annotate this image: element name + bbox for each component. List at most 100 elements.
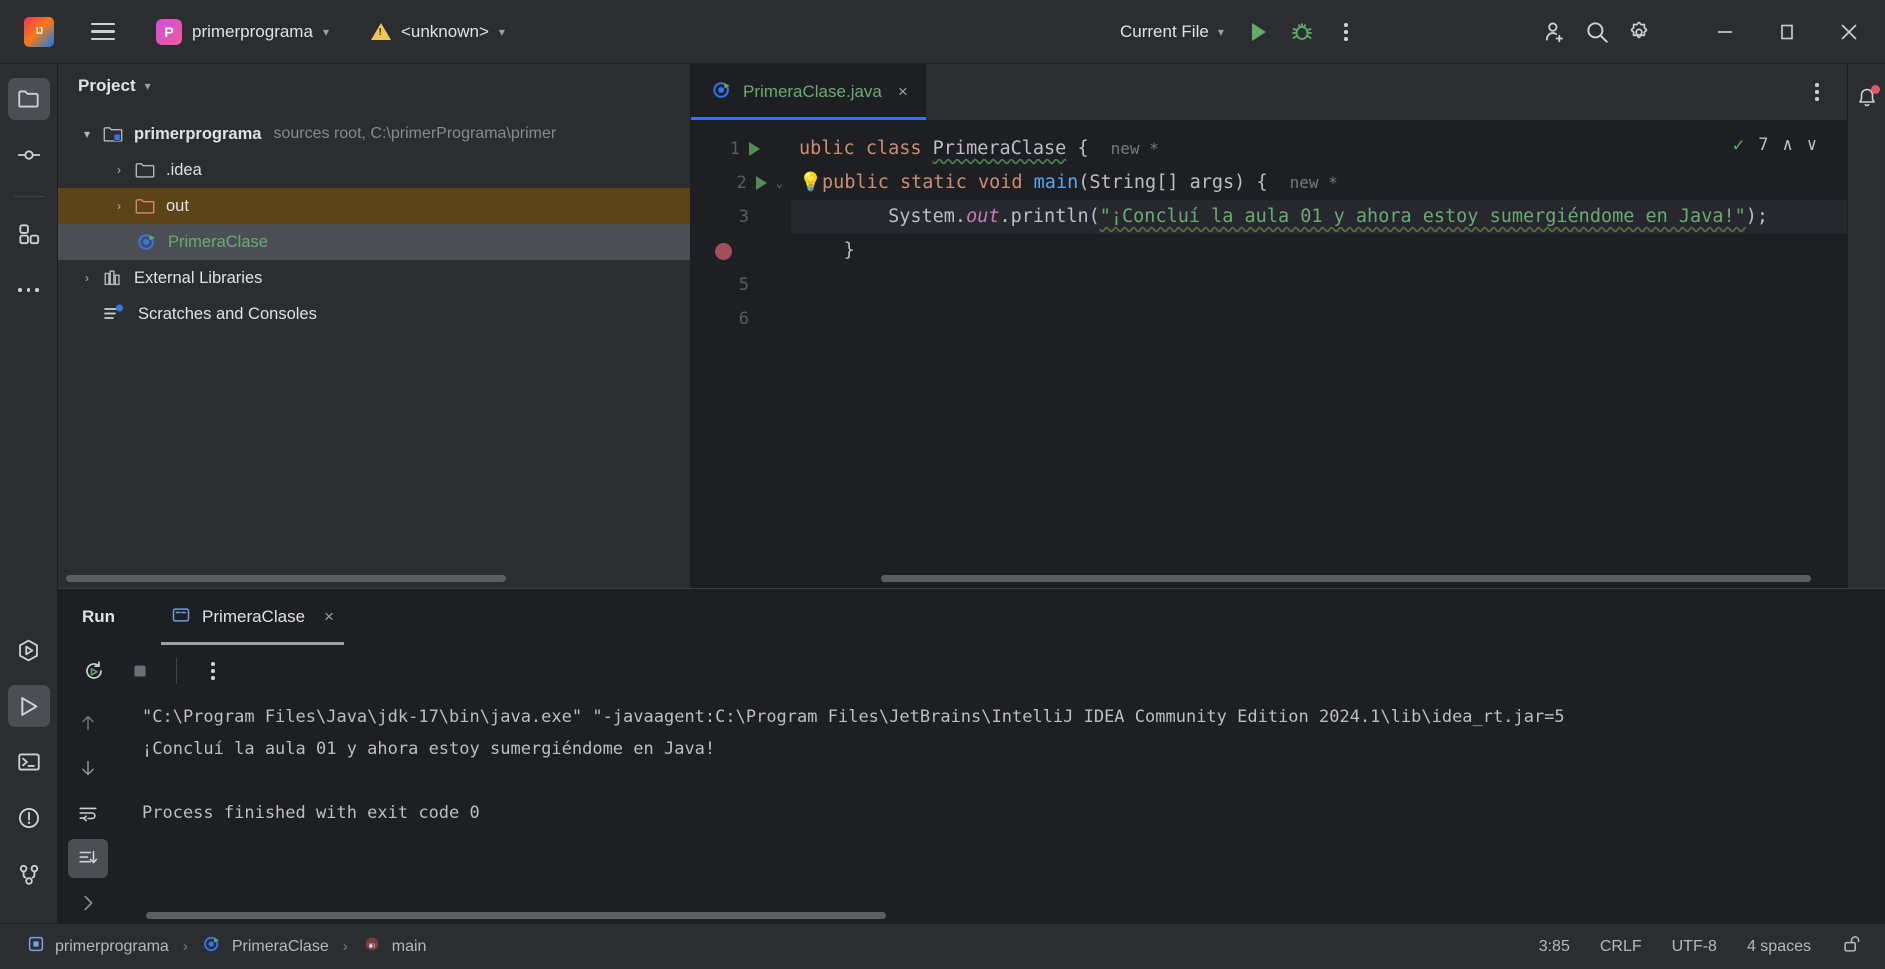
sidebar-item-problems[interactable] <box>8 797 50 839</box>
sidebar-item-project[interactable] <box>7 78 50 120</box>
previous-problem-icon[interactable]: ∧ <box>1783 135 1793 155</box>
code-punct: { <box>1066 138 1089 159</box>
console-horizontal-scrollbar[interactable] <box>146 912 886 919</box>
project-tree[interactable]: ▾ primerprograma sources root, C:\primer… <box>58 108 690 588</box>
editor-tab-primeraclase-java[interactable]: PrimeraClase.java × <box>691 64 926 120</box>
code-call: .println( <box>999 206 1100 227</box>
intellij-logo-icon[interactable]: IJ <box>24 16 54 47</box>
previous-occurrence-button[interactable] <box>68 703 108 742</box>
current-file-selector[interactable]: Current File ▾ <box>1110 16 1234 48</box>
inspection-widget[interactable]: ✓ 7 ∧ ∨ <box>1726 130 1823 160</box>
settings-button[interactable] <box>1619 12 1659 52</box>
fold-chevron-icon[interactable]: ⌄ <box>776 176 783 190</box>
sidebar-item-run[interactable] <box>7 685 50 727</box>
breadcrumb-separator: › <box>342 938 348 955</box>
code-field: out <box>966 206 1000 227</box>
title-bar-center: Current File ▾ <box>1110 0 1366 64</box>
gutter-line-number: 2 <box>736 173 747 193</box>
upper-workspace: Project ▾ ▾ primerprograma sources root,… <box>58 64 1885 588</box>
close-run-tab-button[interactable]: × <box>324 607 334 627</box>
editor-tab-bar-right <box>1797 72 1847 112</box>
editor-options-button[interactable] <box>1797 72 1837 112</box>
next-problem-icon[interactable]: ∨ <box>1807 135 1817 155</box>
sidebar-item-terminal[interactable] <box>8 741 50 783</box>
chevron-right-icon[interactable]: › <box>104 199 134 213</box>
run-gutter-icon[interactable] <box>755 176 767 190</box>
code-line-2: 💡public static void main(String[] args) … <box>791 166 1847 200</box>
breadcrumb-method[interactable]: m main <box>357 931 432 962</box>
chevron-down-icon[interactable]: ▾ <box>72 127 102 141</box>
run-configuration-label: <unknown> <box>400 21 489 41</box>
scroll-to-end-button[interactable] <box>68 838 108 878</box>
main-menu-button[interactable] <box>86 15 120 49</box>
console-output[interactable]: "C:\Program Files\Java\jdk-17\bin\java.e… <box>118 697 1885 923</box>
minimize-button[interactable] <box>1695 0 1755 64</box>
notifications-button[interactable] <box>1847 78 1885 118</box>
add-account-button[interactable] <box>1535 12 1575 52</box>
gutter-line-3: 3 <box>691 200 791 234</box>
project-panel-header[interactable]: Project ▾ <box>58 64 690 108</box>
breakpoint-icon[interactable] <box>715 242 732 260</box>
code-keyword: public static void <box>822 172 1034 193</box>
breadcrumb-module[interactable]: primerprograma <box>22 932 174 961</box>
sidebar-item-run-anything[interactable] <box>8 629 50 671</box>
debug-icon <box>1291 23 1312 40</box>
code-editor[interactable]: ublic class PrimeraClase {new * 💡public … <box>791 120 1847 588</box>
chevron-down-icon: ▾ <box>1217 25 1224 39</box>
code-keyword: ublic class <box>799 138 933 159</box>
left-rail-bottom <box>7 629 50 923</box>
rerun-button[interactable] <box>74 651 114 691</box>
search-everywhere-button[interactable] <box>1577 12 1617 52</box>
intention-bulb-icon[interactable]: 💡 <box>799 172 822 193</box>
close-tab-button[interactable]: × <box>898 82 908 102</box>
tree-node-idea[interactable]: › .idea <box>58 152 690 188</box>
editor-gutter[interactable]: 1 2 ⌄ 3 5 6 <box>691 120 791 588</box>
run-icon <box>1252 23 1267 41</box>
expand-console-button[interactable] <box>68 884 108 923</box>
editor-horizontal-scrollbar[interactable] <box>881 575 1811 582</box>
caret-position[interactable]: 3:85 <box>1539 938 1570 956</box>
project-widget[interactable]: P primerprograma ▾ <box>146 14 339 50</box>
indent-widget[interactable]: 4 spaces <box>1747 938 1811 956</box>
project-tree-horizontal-scrollbar[interactable] <box>66 575 506 582</box>
run-configuration-widget[interactable]: <unknown> ▾ <box>361 17 515 47</box>
console-line: ¡Concluí la aula 01 y ahora estoy sumerg… <box>142 739 716 759</box>
tree-node-primeraclase[interactable]: PrimeraClase <box>58 224 690 260</box>
chevron-right-icon[interactable]: › <box>72 271 102 285</box>
breadcrumb-label: PrimeraClase <box>231 937 329 955</box>
read-only-toggle[interactable] <box>1841 933 1863 960</box>
tree-node-primerprograma[interactable]: ▾ primerprograma sources root, C:\primer… <box>58 116 690 152</box>
more-actions-button[interactable] <box>1326 12 1366 52</box>
close-window-button[interactable] <box>1819 0 1879 64</box>
commit-tool-icon <box>17 150 40 160</box>
stop-button[interactable] <box>120 651 160 691</box>
code-line-4: } <box>791 234 1847 268</box>
title-bar: IJ P primerprograma ▾ <unknown> ▾ Curren… <box>0 0 1885 64</box>
sidebar-item-plugins[interactable] <box>8 213 50 255</box>
next-occurrence-button[interactable] <box>68 748 108 787</box>
debug-button[interactable] <box>1282 12 1322 52</box>
encoding-widget[interactable]: UTF-8 <box>1672 938 1717 956</box>
sidebar-item-more-tools[interactable] <box>8 269 50 311</box>
run-button[interactable] <box>1238 12 1278 52</box>
hamburger-line <box>91 30 115 33</box>
intellij-window: IJ P primerprograma ▾ <unknown> ▾ Curren… <box>0 0 1885 969</box>
tree-node-scratches[interactable]: Scratches and Consoles <box>58 296 690 332</box>
run-tab-primeraclase[interactable]: PrimeraClase × <box>161 589 344 645</box>
rail-divider <box>13 196 44 197</box>
code-object: System. <box>888 206 967 227</box>
line-separator-widget[interactable]: CRLF <box>1600 938 1642 956</box>
sidebar-item-commit[interactable] <box>8 134 50 176</box>
run-window-title: Run <box>82 607 116 626</box>
tree-node-external-libraries[interactable]: › External Libraries <box>58 260 690 296</box>
sidebar-item-version-control[interactable] <box>8 853 50 895</box>
run-more-actions-button[interactable] <box>193 651 233 691</box>
title-bar-left: IJ P primerprograma ▾ <unknown> ▾ <box>0 14 515 50</box>
soft-wrap-button[interactable] <box>68 793 108 832</box>
right-tool-rail <box>1847 64 1885 588</box>
chevron-right-icon[interactable]: › <box>104 163 134 177</box>
breadcrumb-class[interactable]: PrimeraClase <box>197 931 334 962</box>
maximize-button[interactable] <box>1757 0 1817 64</box>
run-gutter-icon[interactable] <box>749 142 760 156</box>
tree-node-out[interactable]: › out <box>58 188 690 224</box>
